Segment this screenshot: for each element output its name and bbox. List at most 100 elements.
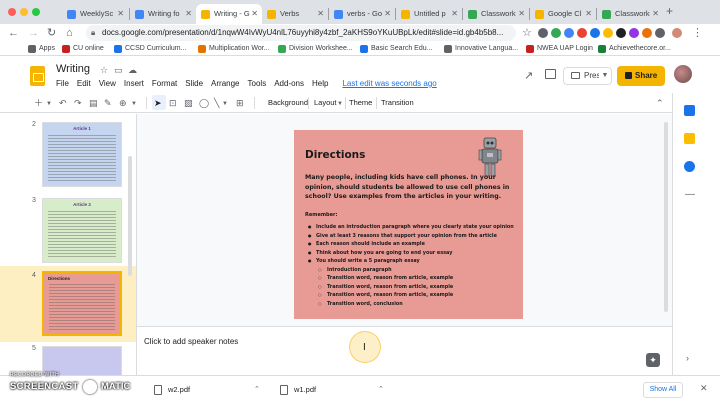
slide-thumbnail-selected[interactable]: Directions (42, 271, 122, 336)
slide-prompt[interactable]: Many people, including kids have cell ph… (305, 173, 517, 202)
current-slide[interactable]: Directions Many people, including kids h… (294, 130, 523, 319)
cloud-saved-icon[interactable]: ☁ (128, 65, 137, 76)
browser-tab-active[interactable]: Writing - G ✕ (196, 4, 262, 24)
collapse-toolbar-icon[interactable]: ⌃ (656, 96, 664, 110)
redo-icon[interactable]: ↷ (74, 96, 82, 110)
bookmark-item[interactable]: Achievethecore.or... (598, 42, 671, 56)
new-tab-button[interactable]: + (666, 4, 673, 18)
bookmark-item[interactable]: CU online (62, 42, 104, 56)
bookmark-item[interactable]: CCSD Curriculum... (114, 42, 186, 56)
bookmark-item[interactable]: Apps (28, 42, 55, 56)
explore-icon[interactable]: ✦ (646, 353, 660, 367)
browser-tab[interactable]: Verbs ✕ (262, 4, 328, 24)
speaker-notes-area[interactable]: Click to add speaker notes (137, 326, 672, 375)
chevron-down-icon[interactable]: ▼ (222, 97, 228, 111)
url-input[interactable]: 🔒︎ docs.google.com/presentation/d/1nqwW4… (86, 25, 516, 41)
move-folder-icon[interactable]: ▭ (114, 65, 123, 76)
close-downloads-icon[interactable]: ✕ (700, 383, 708, 394)
filmstrip-scrollbar[interactable] (128, 156, 132, 276)
tab-close-icon[interactable]: ✕ (317, 4, 324, 24)
menu-slide[interactable]: Slide (185, 79, 203, 91)
tab-close-icon[interactable]: ✕ (451, 4, 458, 24)
print-icon[interactable]: ▤ (89, 96, 98, 110)
comments-icon[interactable] (545, 69, 556, 79)
browser-tab[interactable]: Untitled p ✕ (396, 4, 462, 24)
chevron-down-icon[interactable]: ▼ (337, 97, 343, 111)
chevron-down-icon[interactable]: ▼ (46, 97, 52, 111)
bookmark-star-icon[interactable]: ☆ (522, 25, 532, 41)
calendar-icon[interactable] (684, 105, 695, 116)
bookmark-item[interactable]: Innovative Langua... (444, 42, 518, 56)
extension-icon[interactable] (616, 28, 626, 38)
extension-icon[interactable] (642, 28, 652, 38)
extension-icon[interactable] (551, 28, 561, 38)
profile-avatar-icon[interactable] (672, 28, 682, 38)
account-avatar[interactable] (674, 65, 692, 83)
reload-icon[interactable]: ↻ (47, 25, 56, 41)
slide-thumbnail[interactable]: Article 2 (42, 198, 122, 263)
extension-icon[interactable] (564, 28, 574, 38)
tab-close-icon[interactable]: ✕ (384, 4, 391, 24)
chevron-up-icon[interactable]: ⌃ (378, 382, 384, 398)
side-panel-toggle-icon[interactable]: › (686, 353, 689, 363)
tab-close-icon[interactable]: ✕ (652, 4, 659, 24)
tab-close-icon[interactable]: ✕ (185, 4, 192, 24)
extension-icon[interactable] (603, 28, 613, 38)
menu-tools[interactable]: Tools (248, 79, 267, 91)
tab-close-icon[interactable]: ✕ (585, 4, 592, 24)
extension-icon[interactable] (629, 28, 639, 38)
extension-icon[interactable] (538, 28, 548, 38)
chevron-up-icon[interactable]: ⌃ (254, 382, 260, 398)
browser-tab[interactable]: Writing fo ✕ (130, 4, 196, 24)
tab-close-icon[interactable]: ✕ (117, 4, 124, 24)
text-box-icon[interactable]: ⊡ (169, 96, 177, 110)
menu-file[interactable]: File (56, 79, 69, 91)
layout-button[interactable]: Layout (314, 96, 337, 110)
chevron-down-icon[interactable]: ▼ (131, 97, 137, 111)
menu-addons[interactable]: Add-ons (274, 79, 304, 91)
more-menu-icon[interactable]: ⋮ (692, 25, 703, 41)
transition-button[interactable]: Transition (381, 96, 414, 110)
extension-icon[interactable] (590, 28, 600, 38)
bookmark-item[interactable]: Basic Search Edu... (360, 42, 432, 56)
star-icon[interactable]: ☆ (100, 65, 108, 76)
bookmark-item[interactable]: Multiplication Wor... (198, 42, 270, 56)
bookmark-item[interactable]: NWEA UAP Login (526, 42, 593, 56)
slide-thumbnail[interactable]: Article 1 (42, 122, 122, 187)
slide-title[interactable]: Directions (305, 149, 365, 161)
zoom-icon[interactable]: ⊕ (119, 96, 127, 110)
slides-logo-icon[interactable] (30, 66, 45, 86)
browser-tab[interactable]: Google Cl ✕ (530, 4, 596, 24)
browser-tab[interactable]: verbs - Go ✕ (329, 4, 395, 24)
back-icon[interactable]: ← (8, 25, 19, 41)
theme-button[interactable]: Theme (349, 96, 372, 110)
bookmark-item[interactable]: Division Workshee... (278, 42, 353, 56)
tab-close-icon[interactable]: ✕ (518, 4, 525, 24)
document-title[interactable]: Writing (56, 63, 90, 75)
canvas-scrollbar[interactable] (664, 122, 668, 312)
home-icon[interactable]: ⌂ (66, 25, 73, 41)
menu-format[interactable]: Format (152, 79, 177, 91)
show-all-downloads-button[interactable]: Show All (643, 382, 683, 398)
select-cursor-icon[interactable]: ➤ (154, 96, 162, 110)
activity-trend-icon[interactable]: ↗ (524, 69, 533, 82)
shape-icon[interactable]: ◯ (199, 96, 209, 110)
new-slide-icon[interactable]: ＋ (34, 96, 43, 110)
line-icon[interactable]: ╲ (214, 96, 219, 110)
speaker-notes-placeholder[interactable]: Click to add speaker notes (144, 337, 238, 346)
menu-arrange[interactable]: Arrange (211, 79, 239, 91)
maximize-window-icon[interactable] (32, 8, 40, 16)
menu-edit[interactable]: Edit (77, 79, 91, 91)
paint-format-icon[interactable]: ✎ (104, 96, 112, 110)
tab-close-icon[interactable]: ✕ (251, 4, 258, 24)
menu-insert[interactable]: Insert (124, 79, 144, 91)
directions-list[interactable]: Include an introduction paragraph where … (305, 223, 520, 308)
menu-view[interactable]: View (99, 79, 116, 91)
share-button[interactable]: Share (617, 66, 665, 86)
keep-icon[interactable] (684, 133, 695, 144)
close-window-icon[interactable] (8, 8, 16, 16)
forward-icon[interactable]: → (28, 25, 39, 41)
download-item[interactable]: w1.pdf (280, 382, 316, 398)
add-addon-icon[interactable]: — (685, 189, 695, 200)
menu-help[interactable]: Help (312, 79, 328, 91)
